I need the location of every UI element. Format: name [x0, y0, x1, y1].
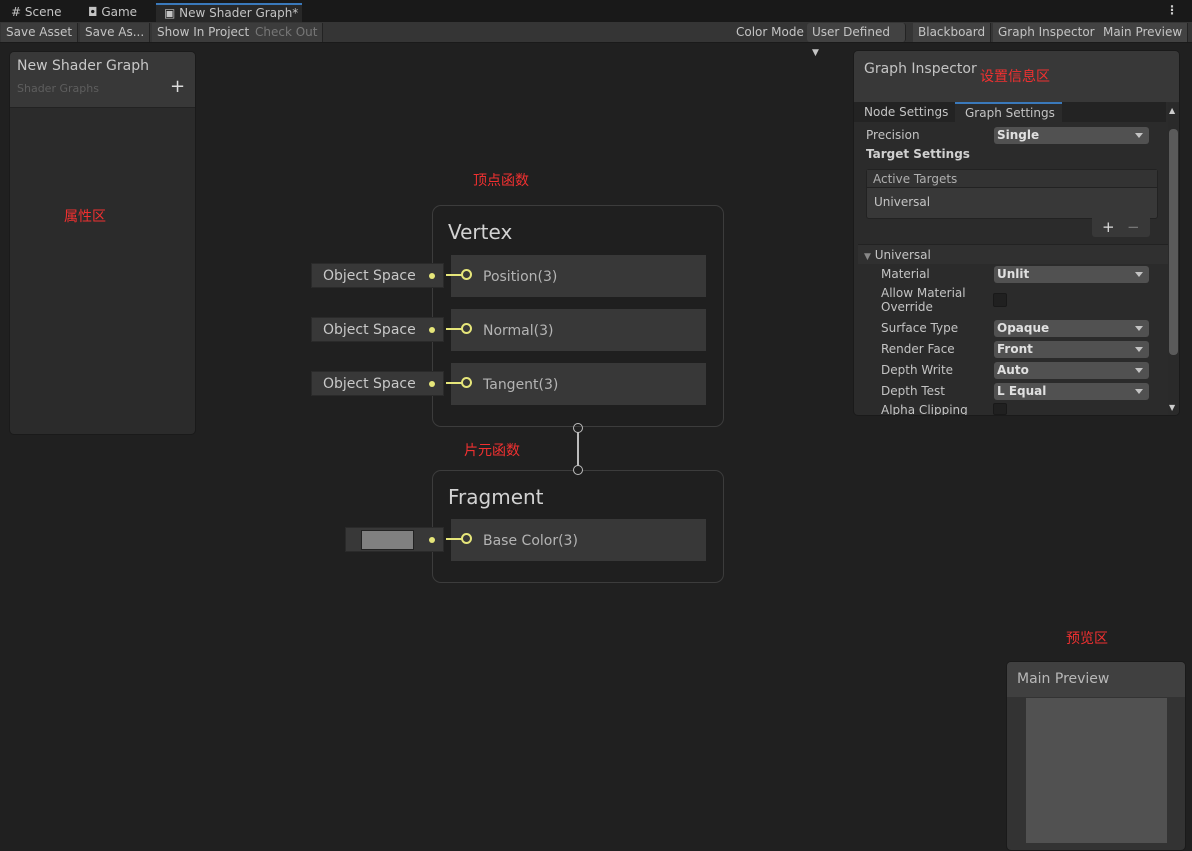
- wire: [446, 328, 462, 330]
- inspector-tabs: Node Settings Graph Settings: [854, 102, 1166, 122]
- render-face-dropdown[interactable]: Front: [994, 341, 1149, 358]
- gamepad-icon: ◘: [88, 5, 98, 19]
- tab-node-settings[interactable]: Node Settings: [854, 102, 954, 122]
- blackboard-toggle[interactable]: Blackboard: [913, 23, 992, 42]
- preview-title: Main Preview: [1017, 671, 1110, 687]
- tab-game[interactable]: ◘ Game: [80, 3, 152, 22]
- target-settings-heading: Target Settings: [866, 147, 970, 161]
- color-mode-dropdown[interactable]: User Defined ▼: [807, 23, 906, 58]
- main-preview-toggle[interactable]: Main Preview: [1098, 23, 1189, 42]
- port-icon[interactable]: [461, 269, 472, 280]
- port-dot-icon: [429, 273, 435, 279]
- base-color-input[interactable]: [345, 527, 444, 552]
- allow-material-override-checkbox[interactable]: [993, 293, 1007, 307]
- fragment-title: Fragment: [448, 485, 544, 509]
- surface-type-dropdown[interactable]: Opaque: [994, 320, 1149, 337]
- material-dropdown[interactable]: Unlit: [994, 266, 1149, 283]
- active-targets-list: Active Targets Universal: [866, 169, 1158, 219]
- blackboard-subtitle: Shader Graphs: [17, 82, 99, 95]
- show-in-project-button[interactable]: Show In Project: [152, 23, 256, 42]
- remove-target-button[interactable]: −: [1127, 218, 1140, 236]
- annotation-settings: 设置信息区: [980, 69, 1050, 85]
- scroll-down-icon[interactable]: ▼: [1169, 403, 1175, 412]
- port-dot-icon: [429, 327, 435, 333]
- flow-connection: [577, 432, 579, 466]
- scrollbar-thumb[interactable]: [1169, 129, 1178, 355]
- chevron-down-icon: ▼: [812, 48, 819, 58]
- graph-inspector-toggle[interactable]: Graph Inspector: [993, 23, 1101, 42]
- wire: [446, 382, 462, 384]
- port-tangent[interactable]: Tangent(3): [446, 363, 706, 405]
- port-dot-icon: [429, 537, 435, 543]
- tab-graph-settings[interactable]: Graph Settings: [955, 102, 1062, 122]
- port-icon[interactable]: [461, 323, 472, 334]
- fragment-flow-port-icon[interactable]: [573, 465, 583, 475]
- main-preview-panel: Main Preview: [1006, 661, 1186, 851]
- depth-test-dropdown[interactable]: L Equal: [994, 383, 1149, 400]
- field-label: Depth Test: [881, 384, 945, 398]
- blackboard-title: New Shader Graph: [17, 58, 149, 74]
- port-normal[interactable]: Normal(3): [446, 309, 706, 351]
- port-dot-icon: [429, 381, 435, 387]
- annotation-fragment: 片元函数: [464, 443, 520, 459]
- blackboard-panel: New Shader Graph Shader Graphs +: [9, 51, 196, 435]
- tab-bar: # Scene ◘ Game ▣ New Shader Graph* ⋮: [0, 0, 1192, 22]
- tab-new-shader-graph[interactable]: ▣ New Shader Graph*: [156, 3, 302, 22]
- vertex-title: Vertex: [448, 220, 513, 244]
- tangent-space-input[interactable]: Object Space: [311, 371, 444, 396]
- color-mode-label: Color Mode: [736, 25, 804, 39]
- field-label: Allow Material Override: [881, 286, 966, 314]
- scroll-up-icon[interactable]: ▲: [1169, 106, 1175, 115]
- normal-space-input[interactable]: Object Space: [311, 317, 444, 342]
- active-targets-header: Active Targets: [867, 170, 1157, 188]
- port-position[interactable]: Position(3): [446, 255, 706, 297]
- port-base-color[interactable]: Base Color(3): [446, 519, 706, 561]
- tab-scene[interactable]: # Scene: [3, 3, 75, 22]
- field-label: Depth Write: [881, 363, 954, 377]
- preview-viewport[interactable]: [1026, 698, 1167, 843]
- wire: [446, 538, 462, 540]
- port-icon[interactable]: [461, 377, 472, 388]
- precision-label: Precision: [866, 128, 920, 142]
- field-label: Surface Type: [881, 321, 959, 335]
- color-swatch[interactable]: [361, 530, 414, 550]
- more-options-icon[interactable]: ⋮: [1166, 3, 1178, 17]
- precision-dropdown[interactable]: Single: [994, 127, 1149, 144]
- position-space-input[interactable]: Object Space: [311, 263, 444, 288]
- add-target-button[interactable]: +: [1102, 218, 1115, 236]
- field-label: Material: [881, 267, 930, 281]
- annotation-vertex: 顶点函数: [473, 173, 529, 189]
- preview-header: Main Preview: [1007, 662, 1185, 697]
- toolbar: Save Asset Save As... Show In Project Ch…: [0, 22, 1192, 58]
- scrollbar[interactable]: ▲ ▼: [1168, 103, 1179, 415]
- blackboard-header: New Shader Graph Shader Graphs +: [10, 52, 195, 108]
- foldout-arrow-icon: ▼: [864, 252, 871, 262]
- inspector-title: Graph Inspector: [864, 61, 977, 77]
- field-label: Render Face: [881, 342, 955, 356]
- shader-graph-icon: ▣: [164, 6, 176, 20]
- wire: [446, 274, 462, 276]
- save-as-button[interactable]: Save As...: [80, 23, 151, 42]
- fragment-node[interactable]: Fragment Base Color(3): [432, 470, 724, 583]
- target-item-universal[interactable]: Universal: [874, 195, 930, 209]
- field-label: Alpha Clipping: [881, 403, 968, 416]
- vertex-node[interactable]: Vertex Position(3) Normal(3) Tangent(3): [432, 205, 724, 427]
- annotation-preview: 预览区: [1066, 631, 1108, 647]
- depth-write-dropdown[interactable]: Auto: [994, 362, 1149, 379]
- universal-section-header[interactable]: ▼ Universal: [858, 244, 1168, 264]
- vertex-flow-port-icon[interactable]: [573, 423, 583, 433]
- add-property-button[interactable]: +: [170, 76, 185, 97]
- port-icon[interactable]: [461, 533, 472, 544]
- check-out-button[interactable]: Check Out: [250, 23, 324, 42]
- grid-icon: #: [11, 5, 22, 19]
- alpha-clipping-checkbox[interactable]: [993, 403, 1007, 415]
- save-asset-button[interactable]: Save Asset: [1, 23, 79, 42]
- list-footer: + −: [1092, 218, 1150, 237]
- annotation-properties: 属性区: [64, 209, 106, 225]
